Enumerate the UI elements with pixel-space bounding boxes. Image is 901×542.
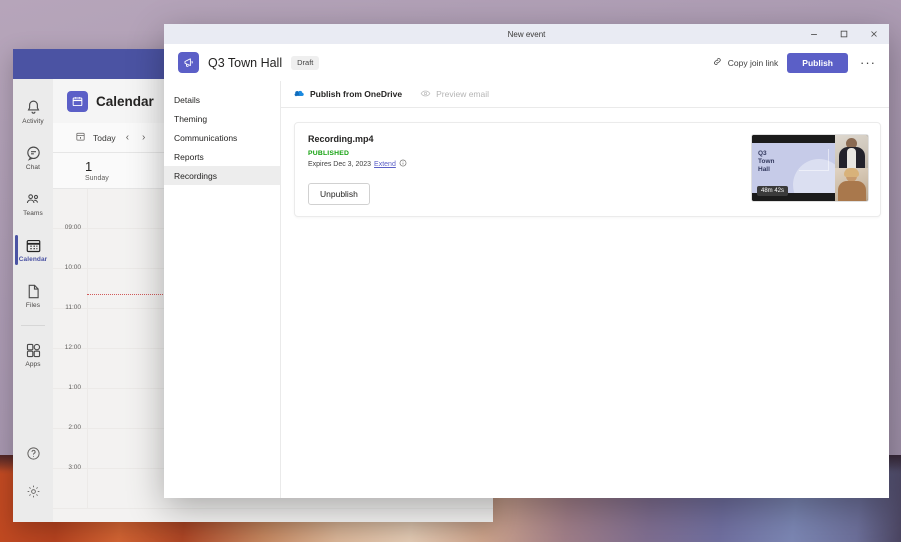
bell-icon xyxy=(25,99,42,116)
apps-grid-icon xyxy=(25,342,42,359)
nav-item-details[interactable]: Details xyxy=(164,90,280,109)
calendar-icon xyxy=(67,90,88,112)
thumbnail-slide-decoration xyxy=(798,149,829,171)
nav-item-label: Communications xyxy=(174,132,238,143)
avatar-hair xyxy=(843,168,859,177)
today-button-label[interactable]: Today xyxy=(93,133,116,143)
participant-tile xyxy=(834,168,868,201)
minimize-icon[interactable] xyxy=(799,24,829,44)
recording-card: Recording.mp4 PUBLISHED Expires Dec 3, 2… xyxy=(294,122,881,217)
nav-item-label: Recordings xyxy=(174,170,217,181)
new-event-dialog: New event Q3 Town Hall Draft Copy join l… xyxy=(164,24,889,498)
calendar-time-label: 11:00 xyxy=(65,304,81,311)
calendar-time-label: 12:00 xyxy=(64,344,81,351)
content-tabs: Publish from OneDrive Preview email xyxy=(281,81,889,108)
dialog-nav: Details Theming Communications Reports R… xyxy=(164,81,281,498)
page-title: Q3 Town Hall xyxy=(208,55,283,70)
calendar-time-label: 08:00 xyxy=(57,189,81,191)
calendar-time-label: 3:00 xyxy=(68,464,81,471)
nav-item-label: Details xyxy=(174,94,200,105)
expiry-text: Expires Dec 3, 2023 xyxy=(308,160,372,168)
calendar-icon xyxy=(25,237,42,254)
maximize-icon[interactable] xyxy=(829,24,859,44)
nav-item-recordings[interactable]: Recordings xyxy=(164,166,280,185)
files-icon xyxy=(25,283,42,300)
onedrive-cloud-icon xyxy=(294,89,305,99)
extend-link[interactable]: Extend xyxy=(374,161,396,168)
sidebar-item-chat[interactable]: Chat xyxy=(13,135,53,181)
desktop: Activity Chat Teams Calendar Files Apps … xyxy=(0,0,901,542)
gear-icon[interactable] xyxy=(26,484,41,504)
rail-bottom-actions xyxy=(26,446,41,504)
prev-day-button[interactable]: ‹ xyxy=(123,132,132,143)
sidebar-item-label: Teams xyxy=(23,210,43,217)
dialog-window-title: New event xyxy=(507,29,546,39)
copy-join-link-label: Copy join link xyxy=(727,57,779,68)
dialog-header: Q3 Town Hall Draft Copy join link Publis… xyxy=(164,44,889,81)
dialog-titlebar: New event xyxy=(164,24,889,44)
rail-divider xyxy=(21,325,45,326)
avatar-body xyxy=(837,181,866,201)
sidebar-item-teams[interactable]: Teams xyxy=(13,181,53,227)
header-actions: Copy join link Publish ··· xyxy=(712,52,879,73)
teams-people-icon xyxy=(25,191,42,208)
thumbnail-slide-title: Q3 Town Hall xyxy=(758,150,775,173)
chat-icon xyxy=(25,145,42,162)
calendar-time-label: 2:00 xyxy=(68,424,81,431)
content-area: Recording.mp4 PUBLISHED Expires Dec 3, 2… xyxy=(281,108,889,498)
tab-publish-from-onedrive[interactable]: Publish from OneDrive xyxy=(294,89,402,99)
link-icon xyxy=(712,56,723,69)
tab-label: Publish from OneDrive xyxy=(310,89,403,99)
sidebar-item-label: Activity xyxy=(22,118,44,125)
recording-thumbnail[interactable]: Q3 Town Hall 48m 42s xyxy=(751,134,869,202)
sidebar-item-activity[interactable]: Activity xyxy=(13,89,53,135)
nav-item-label: Theming xyxy=(174,113,208,124)
avatar-shirt xyxy=(846,148,856,168)
recording-info: Recording.mp4 PUBLISHED Expires Dec 3, 2… xyxy=(308,134,741,205)
overflow-menu-button[interactable]: ··· xyxy=(857,55,879,70)
participant-tile xyxy=(834,135,868,168)
status-badge: Draft xyxy=(291,55,320,70)
sidebar-item-label: Apps xyxy=(25,361,41,368)
sidebar-item-files[interactable]: Files xyxy=(13,273,53,319)
publish-button[interactable]: Publish xyxy=(787,52,848,73)
help-circle-icon[interactable] xyxy=(26,446,41,466)
close-icon[interactable] xyxy=(859,24,889,44)
eye-icon xyxy=(420,88,431,101)
sidebar-item-label: Files xyxy=(25,302,41,309)
page-title: Calendar xyxy=(96,93,154,109)
recording-expiry: Expires Dec 3, 2023 Extend xyxy=(308,159,741,169)
calendar-time-label: 1:00 xyxy=(68,384,81,391)
recording-file-name: Recording.mp4 xyxy=(308,134,374,144)
nav-item-theming[interactable]: Theming xyxy=(164,109,280,128)
nav-item-reports[interactable]: Reports xyxy=(164,147,280,166)
sidebar-item-apps[interactable]: Apps xyxy=(13,332,53,378)
unpublish-button[interactable]: Unpublish xyxy=(308,183,370,205)
town-hall-icon xyxy=(178,52,199,73)
thumbnail-duration-badge: 48m 42s xyxy=(757,186,789,196)
sidebar-item-label: Chat xyxy=(25,164,41,171)
nav-item-communications[interactable]: Communications xyxy=(164,128,280,147)
status-badge: PUBLISHED xyxy=(308,150,350,157)
copy-join-link-button[interactable]: Copy join link xyxy=(712,56,779,69)
next-day-button[interactable]: › xyxy=(139,132,148,143)
dialog-body: Details Theming Communications Reports R… xyxy=(164,81,889,498)
sidebar-item-label: Calendar xyxy=(18,256,48,263)
calendar-today-icon xyxy=(75,129,86,147)
app-rail: Activity Chat Teams Calendar Files Apps xyxy=(13,79,53,522)
thumbnail-participant-tiles xyxy=(834,135,868,201)
tab-preview-email[interactable]: Preview email xyxy=(420,88,489,101)
calendar-time-label: 10:00 xyxy=(64,264,81,271)
calendar-time-label: 09:00 xyxy=(64,224,81,231)
tab-label: Preview email xyxy=(436,89,490,99)
window-controls xyxy=(799,24,889,44)
info-circle-icon[interactable] xyxy=(399,159,407,169)
nav-item-label: Reports xyxy=(174,151,204,162)
dialog-content: Publish from OneDrive Preview email Reco… xyxy=(281,81,889,498)
sidebar-item-calendar[interactable]: Calendar xyxy=(13,227,53,273)
thumbnail-stage: Q3 Town Hall 48m 42s xyxy=(752,135,835,201)
